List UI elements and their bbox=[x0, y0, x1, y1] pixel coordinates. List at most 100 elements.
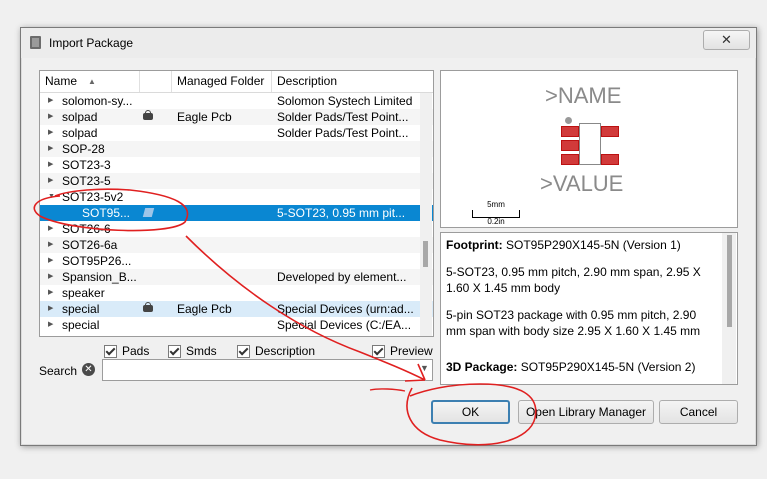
tree-row[interactable]: ▶ speaker bbox=[40, 285, 433, 301]
row-name: Spansion_B... bbox=[62, 270, 137, 284]
expand-arrow-icon[interactable]: ▶ bbox=[48, 109, 53, 125]
smds-checkbox[interactable] bbox=[168, 345, 181, 359]
search-dropdown-icon[interactable]: ▼ bbox=[420, 363, 429, 373]
package3d-label: 3D Package: bbox=[446, 360, 518, 374]
row-name: solpad bbox=[62, 126, 98, 140]
tree-row[interactable]: ▶ SOT26-6 bbox=[40, 221, 433, 237]
pad bbox=[601, 126, 619, 137]
footprint-preview: >NAME >VALUE 5mm 0.2in bbox=[440, 70, 738, 228]
open-library-manager-button[interactable]: Open Library Manager bbox=[518, 400, 654, 424]
expand-arrow-icon[interactable]: ▶ bbox=[48, 269, 53, 285]
search-input[interactable] bbox=[102, 359, 433, 381]
row-name: speaker bbox=[62, 286, 105, 300]
clear-search-icon[interactable]: ✕ bbox=[82, 363, 95, 376]
package-info-text: Footprint: SOT95P290X145-5N (Version 1) … bbox=[446, 237, 716, 384]
package-detail: 5-pin SOT23 package with 0.95 mm pitch, … bbox=[446, 308, 701, 338]
row-description: Special Devices (C:/EA... bbox=[277, 318, 412, 332]
preview-checkbox[interactable] bbox=[372, 345, 385, 359]
tree-row[interactable]: ▶ solpad Eagle Pcb Solder Pads/Test Point..… bbox=[40, 109, 433, 125]
import-package-dialog: Import Package ✕ Name ▲ Managed Folder D… bbox=[20, 27, 757, 446]
row-name: solomon-sy... bbox=[62, 94, 133, 108]
scale-bar: 5mm 0.2in bbox=[472, 200, 520, 226]
filter-smds[interactable]: Smds bbox=[168, 343, 217, 359]
app-icon bbox=[30, 36, 41, 49]
row-name: SOT95P26... bbox=[62, 254, 132, 268]
pads-label: Pads bbox=[122, 344, 150, 358]
close-button[interactable]: ✕ bbox=[703, 30, 750, 50]
column-name[interactable]: Name ▲ bbox=[40, 71, 140, 92]
pad bbox=[601, 154, 619, 165]
row-description: 5-SOT23, 0.95 mm pit... bbox=[277, 206, 406, 220]
row-name: SOT26-6a bbox=[62, 238, 118, 252]
ok-button[interactable]: OK bbox=[431, 400, 510, 424]
sort-ascending-icon: ▲ bbox=[88, 77, 96, 86]
tree-row[interactable]: ▶ SOP-28 bbox=[40, 141, 433, 157]
tree-row[interactable]: ▶ SOT26-6a bbox=[40, 237, 433, 253]
expand-arrow-icon[interactable]: ▶ bbox=[48, 253, 53, 269]
expand-arrow-icon[interactable]: ▶ bbox=[48, 141, 53, 157]
row-name: special bbox=[62, 318, 100, 332]
preview-label: Preview bbox=[390, 344, 433, 358]
info-scrollbar-thumb[interactable] bbox=[727, 235, 732, 327]
expand-arrow-icon[interactable]: ▶ bbox=[48, 93, 53, 109]
package-tree[interactable]: Name ▲ Managed Folder Description ▶ solom… bbox=[39, 70, 434, 337]
tree-row[interactable]: ▶ solomon-sy... Solomon Systech Limited bbox=[40, 93, 433, 109]
row-name: SOT23-3 bbox=[62, 158, 111, 172]
tree-row[interactable]: ▶ special Eagle Pcb Special Devices (urn:ad… bbox=[40, 301, 433, 317]
lock-icon bbox=[143, 302, 153, 312]
row-name: SOT23-5v2 bbox=[62, 190, 124, 204]
tree-scrollbar[interactable] bbox=[420, 93, 432, 336]
expand-arrow-icon[interactable]: ▶ bbox=[48, 221, 53, 237]
tree-scrollbar-thumb[interactable] bbox=[423, 241, 428, 267]
row-description: Special Devices (urn:ad... bbox=[277, 302, 414, 316]
filter-preview[interactable]: Preview bbox=[372, 343, 433, 359]
expand-arrow-icon[interactable]: ▶ bbox=[48, 157, 53, 173]
column-icon[interactable] bbox=[140, 71, 172, 92]
column-description-label: Description bbox=[277, 74, 338, 88]
tree-row[interactable]: ▶ Spansion_B... Developed by element... bbox=[40, 269, 433, 285]
tree-row[interactable]: ▶ SOT23-3 bbox=[40, 157, 433, 173]
description-label: Description bbox=[255, 344, 316, 358]
row-name: SOT23-5 bbox=[62, 174, 111, 188]
tree-row[interactable]: ▶ SOT23-5 bbox=[40, 173, 433, 189]
expand-arrow-icon[interactable]: ▶ bbox=[48, 285, 53, 301]
tree-row[interactable]: ▶ special Special Devices (C:/EA... bbox=[40, 317, 433, 333]
description-checkbox[interactable] bbox=[237, 345, 250, 359]
pad bbox=[561, 126, 579, 137]
column-managed-folder[interactable]: Managed Folder bbox=[172, 71, 272, 92]
scale-imperial-label: 0.2in bbox=[487, 217, 505, 226]
row-managed-folder: Eagle Pcb bbox=[177, 110, 232, 124]
window-title: Import Package bbox=[49, 36, 134, 50]
row-name: solpad bbox=[62, 110, 98, 124]
cancel-button[interactable]: Cancel bbox=[659, 400, 738, 424]
column-managed-folder-label: Managed Folder bbox=[177, 74, 265, 88]
expand-arrow-icon[interactable]: ▶ bbox=[48, 317, 53, 333]
row-description: Developed by element... bbox=[277, 270, 407, 284]
tree-row[interactable]: SOT95... 5-SOT23, 0.95 mm pit... bbox=[40, 205, 433, 221]
row-description: Solder Pads/Test Point... bbox=[277, 110, 409, 124]
row-managed-folder: Eagle Pcb bbox=[177, 302, 232, 316]
tree-row[interactable]: ▼ SOT23-5v2 bbox=[40, 189, 433, 205]
row-name: SOT26-6 bbox=[62, 222, 111, 236]
tree-row[interactable]: ▶ SOT95P26... bbox=[40, 253, 433, 269]
filter-pads[interactable]: Pads bbox=[104, 343, 149, 359]
preview-value-label: >VALUE bbox=[540, 171, 624, 196]
expand-arrow-icon[interactable]: ▶ bbox=[48, 173, 53, 189]
pad bbox=[561, 140, 579, 151]
title-bar: Import Package ✕ bbox=[21, 28, 756, 58]
row-description: Solder Pads/Test Point... bbox=[277, 126, 409, 140]
pads-checkbox[interactable] bbox=[104, 345, 117, 359]
tree-row[interactable]: ▶ solpad Solder Pads/Test Point... bbox=[40, 125, 433, 141]
package-icon bbox=[142, 208, 155, 217]
expand-arrow-icon[interactable]: ▶ bbox=[48, 125, 53, 141]
collapse-arrow-icon[interactable]: ▼ bbox=[48, 189, 55, 205]
expand-arrow-icon[interactable]: ▶ bbox=[48, 301, 53, 317]
expand-arrow-icon[interactable]: ▶ bbox=[48, 237, 53, 253]
row-name: SOT95... bbox=[82, 206, 131, 220]
column-description[interactable]: Description bbox=[272, 71, 433, 92]
package-summary: 5-SOT23, 0.95 mm pitch, 2.90 mm span, 2.… bbox=[446, 265, 701, 295]
package-info-panel: Footprint: SOT95P290X145-5N (Version 1) … bbox=[440, 232, 738, 385]
column-name-label: Name bbox=[45, 74, 78, 88]
filter-description[interactable]: Description bbox=[237, 343, 315, 359]
info-scrollbar[interactable] bbox=[722, 233, 736, 384]
